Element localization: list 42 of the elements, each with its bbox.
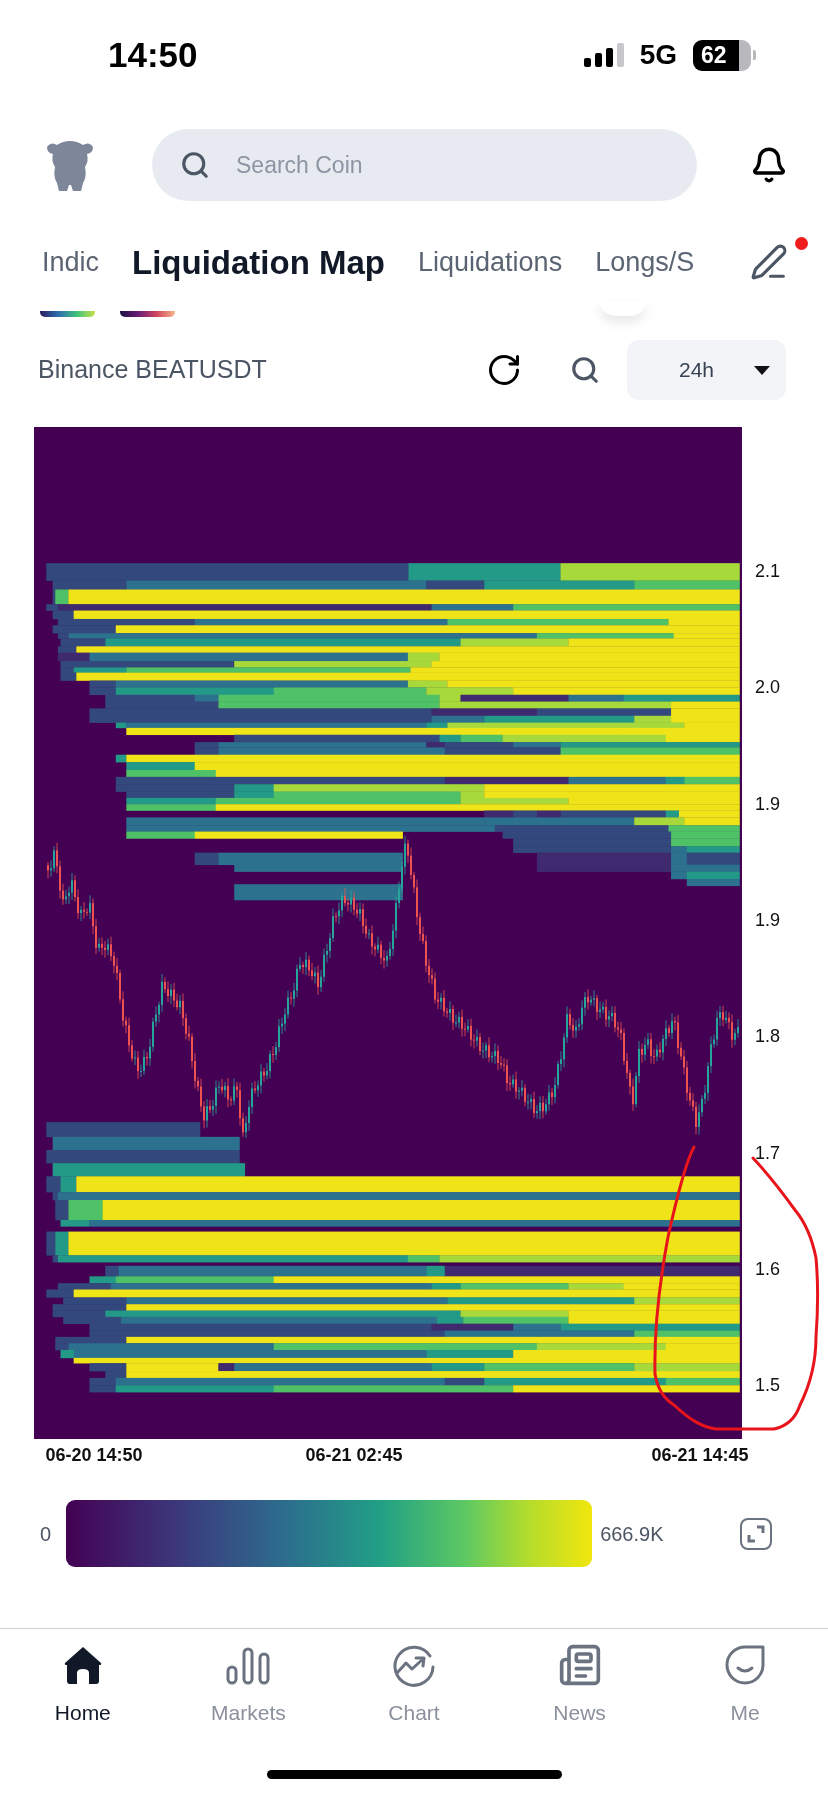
range-dropdown[interactable]: 24h xyxy=(627,340,786,400)
y-axis-label: 1.7 xyxy=(755,1141,781,1164)
search-field[interactable]: Search Coin xyxy=(152,129,697,201)
newspaper-icon xyxy=(557,1643,602,1687)
y-axis-label: 2.0 xyxy=(755,675,781,699)
edit-icon[interactable] xyxy=(750,242,788,281)
battery-indicator: 62 xyxy=(693,39,751,71)
gradient-swatch-icon[interactable] xyxy=(40,311,95,317)
notification-bell-icon[interactable] xyxy=(750,146,788,184)
y-axis-label: 1.9 xyxy=(755,908,781,932)
x-axis-label: 06-20 14:50 xyxy=(45,1443,143,1467)
search-icon xyxy=(180,150,210,180)
trend-chart-icon xyxy=(392,1643,436,1687)
y-axis-label: 1.8 xyxy=(755,1024,781,1048)
smiley-face-icon xyxy=(723,1643,768,1687)
y-axis-label: 2.1 xyxy=(755,559,781,583)
scale-min-label: 0 xyxy=(40,1521,52,1547)
tab[interactable]: Liquidations xyxy=(418,242,563,283)
status-time: 14:50 xyxy=(108,33,198,76)
trading-pair-label: Binance BEATUSDT xyxy=(38,354,267,386)
tab[interactable]: Longs/S xyxy=(595,242,695,283)
search-icon[interactable] xyxy=(570,355,600,385)
tab[interactable]: Indic xyxy=(42,242,100,283)
y-axis-label: 1.5 xyxy=(755,1373,781,1397)
gradient-swatch-icon[interactable] xyxy=(120,311,175,317)
nav-tab[interactable]: News xyxy=(496,1629,663,1740)
signal-icon xyxy=(583,43,624,67)
nav-tab[interactable]: Home xyxy=(0,1629,166,1740)
caret-down-icon xyxy=(754,365,770,375)
x-axis-label: 06-21 14:45 xyxy=(651,1443,749,1467)
nav-tab[interactable]: Markets xyxy=(165,1629,332,1740)
network-type: 5G xyxy=(639,38,677,72)
y-axis-label: 1.6 xyxy=(755,1257,781,1281)
nav-tab[interactable]: Me xyxy=(662,1629,828,1740)
scale-max-label: 666.9K xyxy=(600,1521,664,1547)
tab[interactable]: Liquidation Map xyxy=(132,237,385,288)
refresh-icon[interactable] xyxy=(486,352,522,388)
nav-tab[interactable]: Chart xyxy=(331,1629,497,1740)
battery-tip-icon xyxy=(753,50,756,60)
expand-icon[interactable] xyxy=(740,1517,772,1550)
x-axis-label: 06-21 02:45 xyxy=(305,1443,403,1467)
y-axis-label: 1.9 xyxy=(755,792,781,816)
